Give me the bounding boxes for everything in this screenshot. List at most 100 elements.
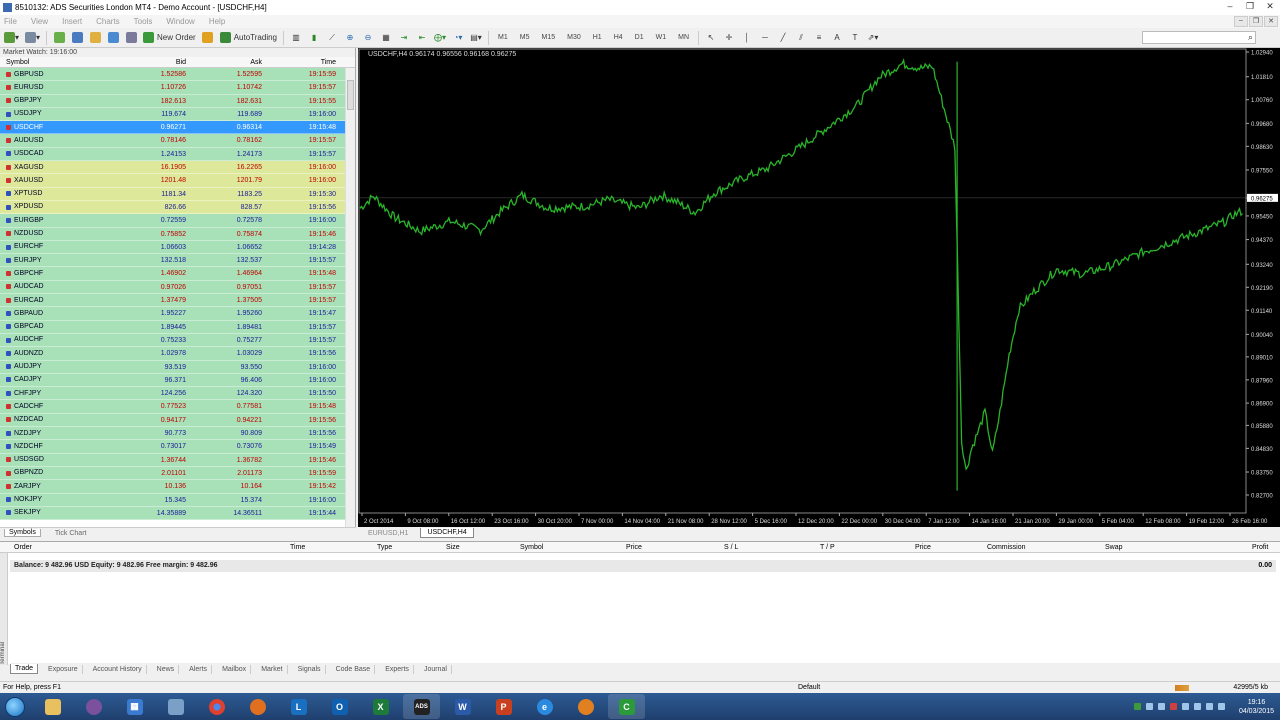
taskbar-camtasia[interactable]: C bbox=[608, 694, 645, 719]
market-watch-row[interactable]: NZDUSD 0.75852 0.75874 19:15:46 bbox=[0, 227, 355, 241]
column-current-price[interactable]: Price bbox=[915, 542, 931, 553]
new-order-button[interactable]: New Order bbox=[143, 31, 196, 45]
new-chart-icon[interactable]: ▾ bbox=[4, 31, 19, 45]
market-watch-icon[interactable] bbox=[53, 31, 65, 45]
column-order[interactable]: Order bbox=[14, 542, 32, 553]
column-stop-loss[interactable]: S / L bbox=[724, 542, 738, 553]
tray-icons[interactable] bbox=[1133, 703, 1225, 710]
metaeditor-icon[interactable] bbox=[202, 31, 214, 45]
market-watch-scrollbar[interactable] bbox=[345, 68, 355, 527]
timeframe-m5[interactable]: M5 bbox=[517, 34, 533, 41]
market-watch-row[interactable]: EURUSD 1.10726 1.10742 19:15:57 bbox=[0, 81, 355, 95]
channel-icon[interactable]: ⫽ bbox=[795, 31, 807, 45]
market-watch-row[interactable]: GBPCHF 1.46902 1.46964 19:15:48 bbox=[0, 267, 355, 281]
tile-windows-icon[interactable]: ▦ bbox=[380, 31, 392, 45]
taskbar-metro[interactable]: ▦ bbox=[116, 694, 153, 719]
indicators-icon[interactable]: ⨁▾ bbox=[434, 31, 446, 45]
vertical-line-icon[interactable]: │ bbox=[741, 31, 753, 45]
tab-signals[interactable]: Signals bbox=[294, 664, 326, 674]
tab-chart-eurusd[interactable]: EURUSD,H1 bbox=[362, 529, 414, 538]
market-watch-row[interactable]: EURJPY 132.518 132.537 19:15:57 bbox=[0, 254, 355, 268]
taskbar-explorer[interactable] bbox=[34, 694, 71, 719]
column-type[interactable]: Type bbox=[377, 542, 392, 553]
market-watch-row[interactable]: USDSGD 1.36744 1.36782 19:15:46 bbox=[0, 453, 355, 467]
market-watch-row[interactable]: GBPJPY 182.613 182.631 19:15:55 bbox=[0, 94, 355, 108]
child-close-icon[interactable]: ✕ bbox=[1264, 16, 1278, 27]
market-watch-row[interactable]: GBPNZD 2.01101 2.01173 19:15:59 bbox=[0, 466, 355, 481]
tab-journal[interactable]: Journal bbox=[420, 664, 452, 674]
tray-icon[interactable] bbox=[1145, 703, 1153, 710]
menu-file[interactable]: File bbox=[4, 17, 17, 26]
terminal-icon[interactable] bbox=[107, 31, 119, 45]
menu-charts[interactable]: Charts bbox=[96, 17, 120, 26]
market-watch-row[interactable]: NZDCAD 0.94177 0.94221 19:15:56 bbox=[0, 413, 355, 428]
timeframe-h4[interactable]: H4 bbox=[611, 34, 626, 41]
tab-exposure[interactable]: Exposure bbox=[44, 664, 83, 674]
market-watch-row[interactable]: GBPAUD 1.95227 1.95260 19:15:47 bbox=[0, 307, 355, 321]
column-symbol[interactable]: Symbol bbox=[0, 57, 114, 67]
data-window-icon[interactable] bbox=[71, 31, 83, 45]
tab-alerts[interactable]: Alerts bbox=[185, 664, 213, 674]
cursor-icon[interactable]: ↖ bbox=[705, 31, 717, 45]
taskbar-outlook[interactable]: O bbox=[321, 694, 358, 719]
market-watch-row[interactable]: NZDJPY 90.773 90.809 19:15:56 bbox=[0, 427, 355, 441]
horizontal-line-icon[interactable]: ─ bbox=[759, 31, 771, 45]
tester-icon[interactable] bbox=[125, 31, 137, 45]
menu-view[interactable]: View bbox=[31, 17, 48, 26]
periods-icon[interactable]: ◔▾ bbox=[452, 31, 464, 45]
market-watch-row[interactable]: AUDCHF 0.75233 0.75277 19:15:57 bbox=[0, 333, 355, 348]
market-watch-row[interactable]: XPDUSD 826.66 828.57 19:15:56 bbox=[0, 200, 355, 215]
menu-help[interactable]: Help bbox=[209, 17, 225, 26]
price-chart[interactable]: USDCHF,H4 0.96174 0.96556 0.96168 0.9627… bbox=[358, 48, 1280, 527]
taskbar-ie[interactable]: e bbox=[526, 694, 563, 719]
tab-trade[interactable]: Trade bbox=[10, 664, 39, 674]
column-swap[interactable]: Swap bbox=[1105, 542, 1123, 553]
market-watch-row[interactable]: CHFJPY 124.256 124.320 19:15:50 bbox=[0, 387, 355, 401]
label-icon[interactable]: T bbox=[849, 31, 861, 45]
taskbar-excel[interactable]: X bbox=[362, 694, 399, 719]
menu-tools[interactable]: Tools bbox=[134, 17, 153, 26]
profiles-icon[interactable]: ▾ bbox=[25, 31, 40, 45]
trendline-icon[interactable]: ╱ bbox=[777, 31, 789, 45]
network-icon[interactable] bbox=[1193, 703, 1201, 710]
market-watch-row[interactable]: AUDUSD 0.78146 0.78162 19:15:57 bbox=[0, 134, 355, 148]
market-watch-row[interactable]: CADJPY 96.371 96.406 19:16:00 bbox=[0, 373, 355, 388]
column-bid[interactable]: Bid bbox=[114, 57, 186, 67]
start-button[interactable] bbox=[0, 693, 30, 720]
market-watch-row[interactable]: XAUUSD 1201.48 1201.79 19:16:00 bbox=[0, 174, 355, 188]
market-watch-row[interactable]: NZDCHF 0.73017 0.73076 19:15:49 bbox=[0, 440, 355, 454]
tray-icon[interactable] bbox=[1181, 703, 1189, 710]
menu-window[interactable]: Window bbox=[166, 17, 194, 26]
column-ask[interactable]: Ask bbox=[186, 57, 262, 67]
taskbar-powerpoint[interactable]: P bbox=[485, 694, 522, 719]
taskbar-recorder[interactable] bbox=[567, 694, 604, 719]
taskbar-ads[interactable]: ADS bbox=[403, 694, 440, 719]
market-watch-row[interactable]: ZARJPY 10.136 10.164 19:15:42 bbox=[0, 480, 355, 494]
menu-insert[interactable]: Insert bbox=[62, 17, 82, 26]
tab-symbols[interactable]: Symbols bbox=[4, 529, 41, 537]
tab-news[interactable]: News bbox=[153, 664, 180, 674]
market-watch-row[interactable]: AUDCAD 0.97026 0.97051 19:15:57 bbox=[0, 280, 355, 295]
column-time[interactable]: Time bbox=[262, 57, 338, 67]
zoom-in-icon[interactable]: ⊕ bbox=[344, 31, 356, 45]
timeframe-h1[interactable]: H1 bbox=[590, 34, 605, 41]
market-watch-row[interactable]: EURCHF 1.06603 1.06652 19:14:28 bbox=[0, 240, 355, 255]
market-watch-row[interactable]: USDCAD 1.24153 1.24173 19:15:57 bbox=[0, 147, 355, 162]
tab-mailbox[interactable]: Mailbox bbox=[218, 664, 252, 674]
market-watch-row[interactable]: AUDJPY 93.519 93.550 19:16:00 bbox=[0, 360, 355, 374]
search-input[interactable] bbox=[1142, 31, 1256, 44]
crosshair-icon[interactable]: ✛ bbox=[723, 31, 735, 45]
zoom-out-icon[interactable]: ⊖ bbox=[362, 31, 374, 45]
market-watch-row[interactable]: GBPCAD 1.89445 1.89481 19:15:57 bbox=[0, 320, 355, 334]
tab-market[interactable]: Market bbox=[257, 664, 288, 674]
close-icon[interactable]: ✕ bbox=[1260, 0, 1280, 12]
tab-experts[interactable]: Experts bbox=[381, 664, 414, 674]
maximize-icon[interactable]: ❐ bbox=[1240, 0, 1260, 12]
market-watch-row[interactable]: NOKJPY 15.345 15.374 19:16:00 bbox=[0, 493, 355, 507]
column-commission[interactable]: Commission bbox=[987, 542, 1026, 553]
tray-icon[interactable] bbox=[1169, 703, 1177, 710]
chart-window[interactable]: USDCHF,H4 0.96174 0.96556 0.96168 0.9627… bbox=[358, 48, 1280, 527]
text-icon[interactable]: A bbox=[831, 31, 843, 45]
taskbar-word[interactable]: W bbox=[444, 694, 481, 719]
market-watch-row[interactable]: XAGUSD 16.1905 16.2265 19:16:00 bbox=[0, 161, 355, 175]
